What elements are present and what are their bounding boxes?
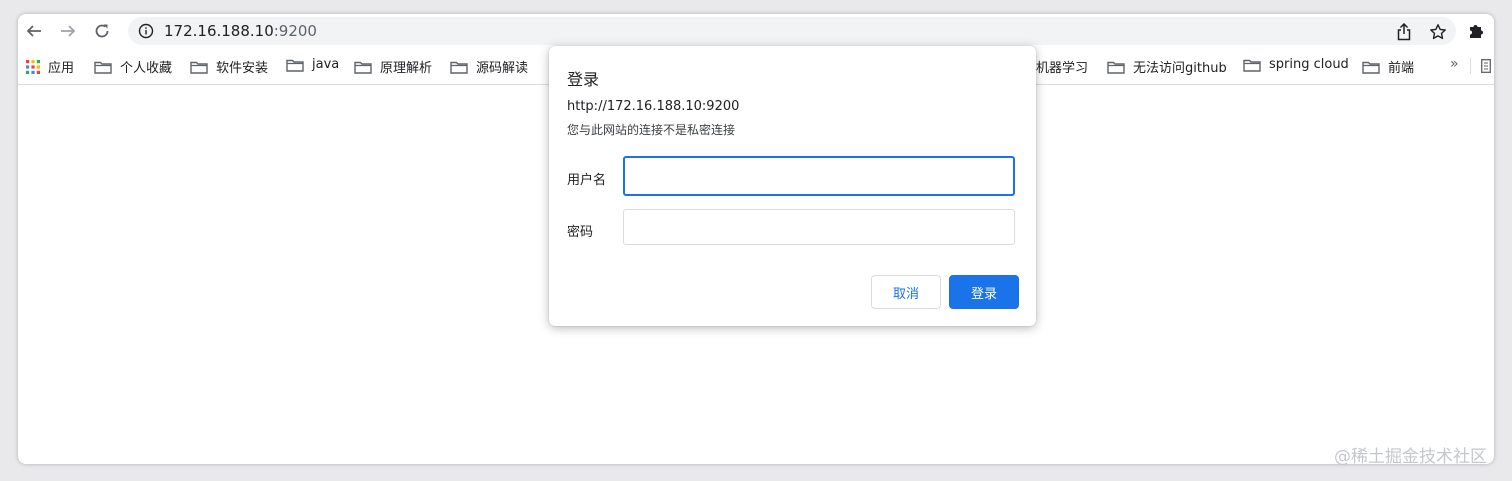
address-bar[interactable]: 172.16.188.10:9200 — [128, 17, 1456, 45]
bookmark-folder[interactable]: 源码解读 — [450, 57, 528, 76]
url-host: 172.16.188.10 — [164, 22, 274, 40]
bookmark-apps[interactable]: 应用 — [26, 57, 74, 76]
bookmark-folder[interactable]: spring cloud — [1243, 57, 1349, 72]
bookmark-star-button[interactable] — [1428, 23, 1448, 41]
folder-icon — [94, 61, 112, 74]
bookmark-label: 应用 — [48, 61, 75, 76]
password-input[interactable] — [623, 209, 1015, 245]
bookmark-label: 无法访问github — [1133, 61, 1227, 76]
bookmark-folder[interactable]: 前端 — [1362, 57, 1414, 76]
bookmark-label: 个人收藏 — [120, 61, 173, 76]
dialog-url: http://172.16.188.10:9200 — [567, 99, 740, 114]
login-button[interactable]: 登录 — [949, 275, 1019, 309]
bookmark-folder[interactable]: 个人收藏 — [94, 57, 172, 76]
bookmark-folder[interactable]: 软件安装 — [190, 57, 268, 76]
url-port: :9200 — [273, 22, 317, 40]
bookmarks-overflow-button[interactable]: » — [1450, 56, 1459, 72]
browser-toolbar: 172.16.188.10:9200 — [18, 14, 1494, 48]
apps-grid-icon — [26, 59, 40, 74]
forward-button[interactable] — [56, 20, 80, 42]
url-text[interactable]: 172.16.188.10:9200 — [164, 22, 317, 40]
bookmark-folder[interactable]: 原理解析 — [354, 57, 432, 76]
extensions-button[interactable] — [1464, 20, 1488, 42]
bookmark-label: 源码解读 — [476, 61, 529, 76]
puzzle-icon — [1470, 25, 1483, 38]
share-icon — [1397, 23, 1411, 41]
bookmark-label: 机器学习 — [1036, 61, 1089, 76]
folder-icon — [1243, 59, 1261, 72]
username-label: 用户名 — [567, 173, 607, 188]
share-button[interactable] — [1394, 23, 1414, 41]
reload-icon — [95, 24, 109, 38]
folder-icon — [354, 61, 372, 74]
browser-window: 172.16.188.10:9200 应用 个人收藏 软件安装 java 原理解… — [18, 14, 1494, 464]
bookmark-folder[interactable]: 无法访问github — [1107, 57, 1227, 76]
password-label: 密码 — [567, 225, 594, 240]
folder-icon — [190, 61, 208, 74]
cancel-button[interactable]: 取消 — [871, 275, 941, 309]
bookmark-label: spring cloud — [1269, 57, 1349, 72]
bookmark-label: 软件安装 — [216, 61, 269, 76]
bookmark-label: 前端 — [1388, 61, 1415, 76]
info-icon[interactable] — [138, 23, 154, 39]
bookmark-label: 原理解析 — [380, 61, 433, 76]
bookmark-folder[interactable]: 机器学习 — [1036, 57, 1088, 76]
dialog-warning: 您与此网站的连接不是私密连接 — [567, 123, 736, 137]
star-icon — [1430, 24, 1446, 40]
reload-button[interactable] — [90, 20, 114, 42]
back-button[interactable] — [22, 20, 46, 42]
bookmarks-divider — [1470, 58, 1471, 74]
folder-icon — [450, 61, 468, 74]
auth-dialog: 登录 http://172.16.188.10:9200 您与此网站的连接不是私… — [549, 46, 1036, 326]
username-input[interactable] — [623, 156, 1015, 196]
dialog-title: 登录 — [567, 70, 600, 89]
folder-icon — [1362, 61, 1380, 74]
folder-icon — [286, 59, 304, 72]
forward-arrow-icon — [61, 25, 76, 37]
back-arrow-icon — [26, 25, 41, 37]
bookmark-folder[interactable]: java — [286, 57, 339, 72]
reading-list-icon[interactable] — [1481, 59, 1491, 73]
watermark: @稀土掘金技术社区 — [1334, 447, 1487, 467]
folder-icon — [1107, 61, 1125, 74]
bookmark-label: java — [312, 57, 340, 72]
